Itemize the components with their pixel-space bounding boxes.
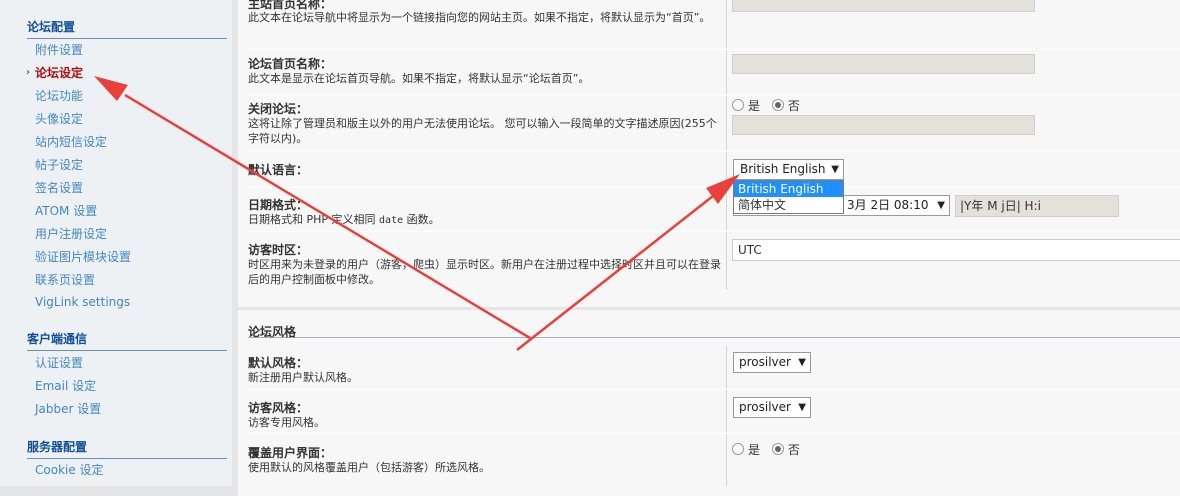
- arrow-to-sidebar-icon: [94, 76, 531, 340]
- arrow-to-dropdown-icon: [516, 174, 740, 351]
- annotation-arrows: [94, 76, 740, 351]
